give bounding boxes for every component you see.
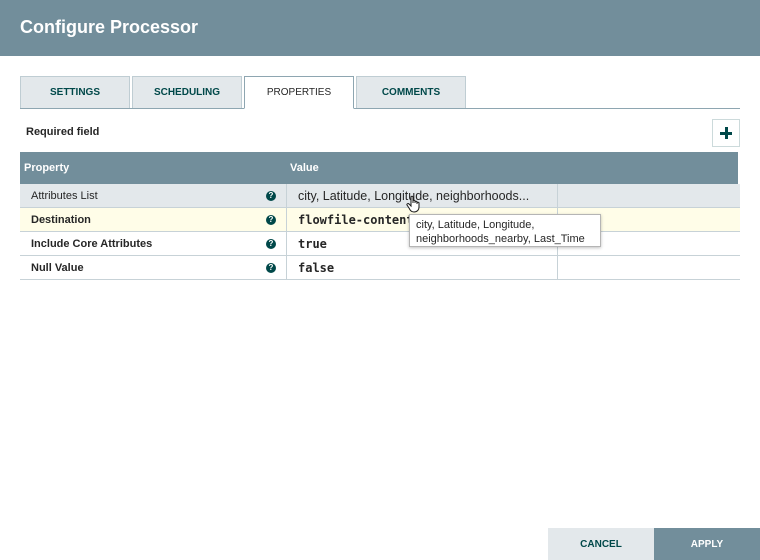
tab-settings[interactable]: Settings — [20, 76, 130, 108]
tab-properties[interactable]: Properties — [244, 76, 354, 109]
table-header: Property Value — [20, 152, 738, 184]
property-name-cell: Include Core Attributes ? — [20, 232, 287, 255]
property-name-cell: Destination ? — [20, 208, 287, 231]
table-row[interactable]: Destination ? flowfile-content — [20, 208, 740, 232]
property-name: Include Core Attributes — [31, 237, 153, 250]
table-row[interactable]: Null Value ? false — [20, 256, 740, 280]
column-header-value: Value — [290, 162, 319, 174]
tooltip-line: neighborhoods_nearby, Last_Time — [416, 233, 585, 245]
dialog-header: Configure Processor — [0, 0, 760, 56]
dialog-title: Configure Processor — [20, 17, 199, 37]
tab-comments[interactable]: Comments — [356, 76, 466, 108]
plus-icon — [720, 127, 732, 139]
property-name: Attributes List — [31, 189, 98, 202]
property-name-cell: Attributes List ? — [20, 184, 287, 207]
cancel-button[interactable]: Cancel — [548, 528, 654, 560]
tab-bar: Settings Scheduling Properties Comments — [20, 76, 740, 109]
tab-scheduling[interactable]: Scheduling — [132, 76, 242, 108]
apply-button[interactable]: Apply — [654, 528, 760, 560]
table-row[interactable]: Attributes List ? city, Latitude, Longit… — [20, 184, 740, 208]
question-icon[interactable]: ? — [266, 191, 276, 201]
question-icon[interactable]: ? — [266, 215, 276, 225]
column-header-property: Property — [24, 162, 70, 174]
required-field-label: Required field — [26, 126, 100, 138]
table-row[interactable]: Include Core Attributes ? true — [20, 232, 740, 256]
properties-table: Property Value Attributes List ? city, L… — [20, 152, 740, 280]
question-icon[interactable]: ? — [266, 263, 276, 273]
property-name: Null Value — [31, 261, 84, 274]
row-actions-cell — [558, 256, 740, 279]
property-value-cell[interactable]: false — [287, 256, 558, 279]
property-name-cell: Null Value ? — [20, 256, 287, 279]
row-actions-cell — [558, 184, 740, 207]
add-property-button[interactable] — [712, 119, 740, 147]
property-name: Destination — [31, 213, 91, 226]
hand-pointer-icon — [406, 195, 420, 213]
value-tooltip: city, Latitude, Longitude, neighborhoods… — [409, 214, 601, 247]
tooltip-line: city, Latitude, Longitude, — [416, 219, 535, 231]
question-icon[interactable]: ? — [266, 239, 276, 249]
